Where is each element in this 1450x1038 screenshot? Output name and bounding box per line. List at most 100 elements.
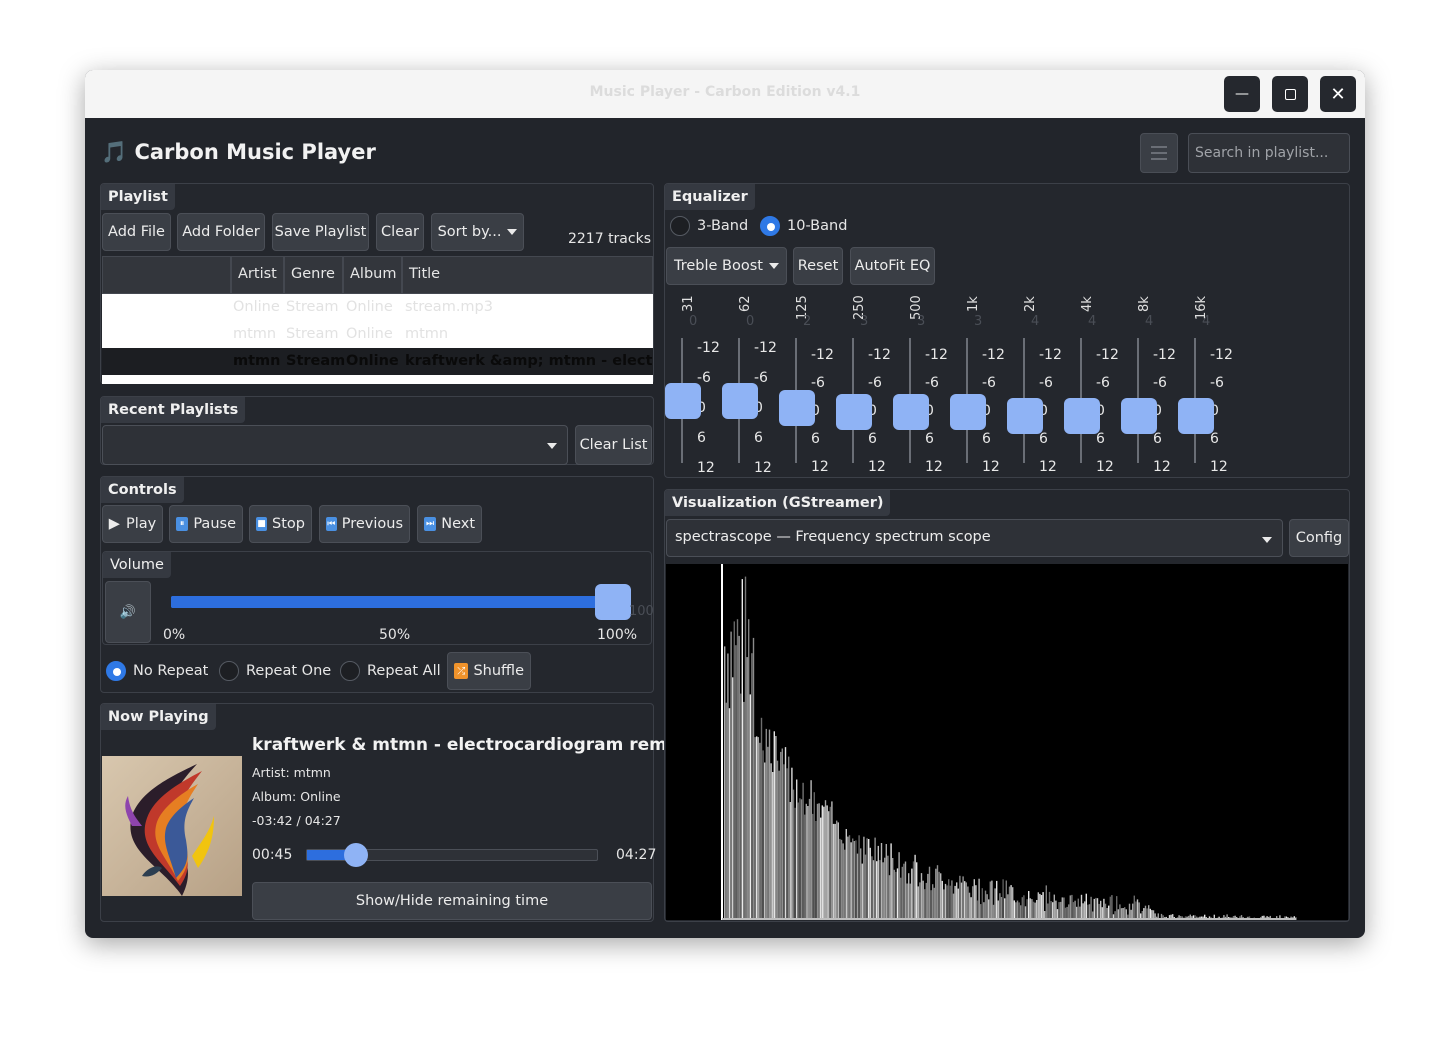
- eq-preset-dropdown[interactable]: Treble Boost: [666, 247, 787, 285]
- elapsed-time: 00:45: [252, 847, 293, 863]
- playlist-table: Online Stream Online stream.mp3 mtmn Str…: [102, 294, 653, 384]
- stop-button[interactable]: ■ Stop: [249, 505, 312, 543]
- table-header: Artist Genre Album Title: [102, 256, 653, 294]
- eq-band-frequency: 1k: [966, 296, 981, 312]
- eq-tick-label: 12: [1153, 459, 1171, 475]
- cell-artist: Online: [233, 299, 280, 315]
- cell-title: stream.mp3: [405, 299, 493, 315]
- pause-icon: ⏸: [176, 517, 189, 531]
- eq-band-500: 500 3 -12 -6 0 6 12: [893, 286, 950, 475]
- visualization-group: Visualization (GStreamer) spectrascope —…: [664, 489, 1350, 922]
- spectrum-visualization: [666, 564, 1348, 920]
- eq-slider-handle[interactable]: [722, 383, 758, 419]
- eq-slider-handle[interactable]: [1121, 397, 1157, 434]
- three-band-radio[interactable]: 3-Band: [670, 216, 748, 236]
- previous-button[interactable]: ⏮ Previous: [319, 505, 410, 543]
- close-button[interactable]: ✕: [1320, 76, 1356, 112]
- minimize-button[interactable]: —: [1224, 76, 1260, 112]
- eq-slider-handle[interactable]: [1007, 397, 1043, 434]
- pause-button[interactable]: ⏸ Pause: [169, 505, 243, 543]
- eq-tick-label: -12: [868, 347, 891, 363]
- eq-slider-handle[interactable]: [950, 394, 986, 431]
- sort-dropdown[interactable]: Sort by...: [431, 213, 524, 251]
- seek-handle[interactable]: [343, 843, 368, 867]
- equalizer-label: Equalizer: [665, 184, 755, 210]
- eq-slider-handle[interactable]: [893, 394, 929, 431]
- add-folder-button[interactable]: Add Folder: [177, 213, 265, 251]
- column-header-album[interactable]: Album: [343, 256, 402, 294]
- eq-reset-button[interactable]: Reset: [793, 247, 843, 285]
- add-file-button[interactable]: Add File: [102, 213, 171, 251]
- eq-tick-label: 12: [1096, 459, 1114, 475]
- eq-band-frequency: 2k: [1023, 296, 1038, 312]
- toggle-remaining-button[interactable]: Show/Hide remaining time: [252, 882, 652, 920]
- album-art: [102, 756, 242, 896]
- column-header-artist[interactable]: Artist: [231, 256, 284, 294]
- eq-tick-label: 6: [1096, 431, 1105, 447]
- repeat-one-label: Repeat One: [246, 663, 332, 679]
- play-label: Play: [125, 516, 157, 532]
- table-row[interactable]: Online Stream Online stream.mp3: [102, 294, 653, 321]
- volume-handle[interactable]: [595, 584, 631, 620]
- eq-band-value: 4: [1088, 314, 1097, 329]
- column-header-title[interactable]: Title: [402, 256, 653, 294]
- recent-playlists-dropdown[interactable]: [102, 425, 568, 465]
- volume-mark-50: 50%: [379, 627, 411, 643]
- eq-band-frequency: 4k: [1080, 296, 1095, 312]
- volume-value: 100: [629, 604, 654, 619]
- next-button[interactable]: ⏭ Next: [417, 505, 482, 543]
- eq-band-2k: 2k 4 -12 -6 0 6 12: [1007, 286, 1064, 475]
- eq-tick-label: 12: [1039, 459, 1057, 475]
- autofit-eq-button[interactable]: AutoFit EQ: [850, 247, 935, 285]
- track-artist: Artist: mtmn: [252, 765, 331, 780]
- next-label: Next: [441, 516, 475, 532]
- track-title: kraftwerk & mtmn - electrocardiogram rem…: [252, 735, 684, 755]
- eq-slider-handle[interactable]: [779, 390, 815, 427]
- playlist-label: Playlist: [101, 184, 175, 210]
- eq-slider-handle[interactable]: [665, 383, 701, 419]
- visualization-plugin-dropdown[interactable]: spectrascope — Frequency spectrum scope: [666, 519, 1283, 557]
- eq-tick-label: -6: [925, 375, 939, 391]
- no-repeat-radio[interactable]: No Repeat: [106, 661, 208, 681]
- equalizer-group: Equalizer 3-Band 10-Band Treble Boost Re…: [664, 183, 1350, 478]
- table-row[interactable]: mtmn Stream Online mtmn: [102, 321, 653, 348]
- mute-button[interactable]: 🔊: [105, 581, 151, 643]
- eq-slider-handle[interactable]: [1064, 397, 1100, 434]
- column-header-genre[interactable]: Genre: [284, 256, 343, 294]
- eq-tick-label: -12: [982, 347, 1005, 363]
- visualization-label: Visualization (GStreamer): [665, 490, 891, 516]
- maximize-button[interactable]: [1272, 76, 1308, 112]
- play-button[interactable]: ▶ Play: [102, 505, 163, 543]
- repeat-all-radio[interactable]: Repeat All: [340, 661, 441, 681]
- repeat-one-radio[interactable]: Repeat One: [219, 661, 331, 681]
- shuffle-label: Shuffle: [473, 663, 524, 679]
- eq-band-value: 3: [974, 314, 983, 329]
- cell-album: Online: [346, 353, 399, 369]
- column-header-blank[interactable]: [102, 256, 231, 294]
- ten-band-radio[interactable]: 10-Band: [760, 216, 847, 236]
- stop-icon: ■: [256, 517, 268, 531]
- clear-button[interactable]: Clear: [376, 213, 424, 251]
- eq-tick-label: -6: [697, 370, 711, 386]
- eq-slider-handle[interactable]: [836, 394, 872, 431]
- chevron-down-icon: [768, 263, 779, 269]
- recent-playlists-group: Recent Playlists Clear List: [100, 396, 654, 465]
- eq-tick-label: -6: [754, 370, 768, 386]
- clear-list-button[interactable]: Clear List: [575, 425, 652, 465]
- track-album: Album: Online: [252, 789, 341, 804]
- volume-track[interactable]: [171, 596, 611, 608]
- cell-album: Online: [346, 326, 393, 342]
- visualization-config-button[interactable]: Config: [1289, 519, 1349, 557]
- eq-tick-label: 6: [1210, 431, 1219, 447]
- table-row-selected[interactable]: mtmn Stream Online kraftwerk &amp; mtmn …: [102, 348, 653, 375]
- eq-slider-handle[interactable]: [1178, 397, 1214, 434]
- eq-tick-label: 12: [697, 460, 715, 476]
- shuffle-button[interactable]: ⤮ Shuffle: [447, 652, 531, 690]
- seek-bar[interactable]: [306, 843, 598, 867]
- search-input[interactable]: [1188, 133, 1350, 173]
- eq-tick-label: -6: [982, 375, 996, 391]
- eq-preset-label: Treble Boost: [674, 258, 763, 274]
- close-icon: ✕: [1330, 83, 1346, 105]
- save-playlist-button[interactable]: Save Playlist: [272, 213, 369, 251]
- menu-button[interactable]: [1140, 133, 1178, 173]
